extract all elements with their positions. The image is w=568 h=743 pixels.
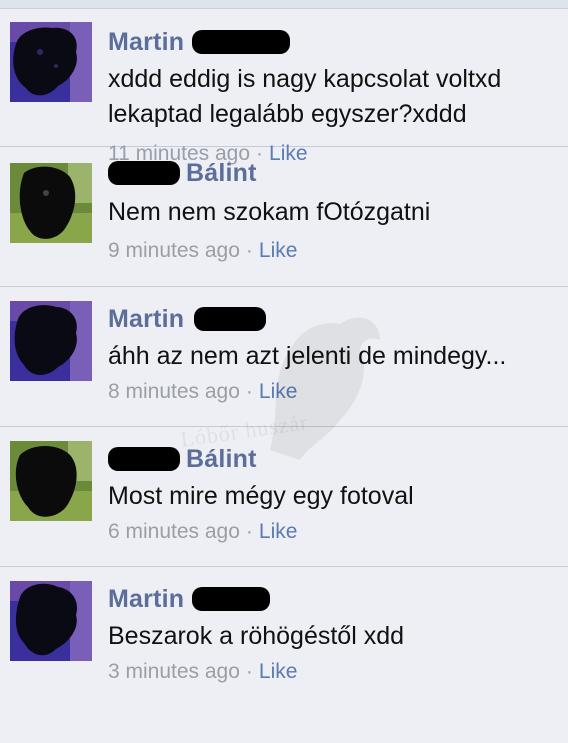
author-row: Martin [108, 303, 267, 335]
author-row: Bálint [108, 157, 257, 189]
like-link[interactable]: Like [259, 380, 298, 403]
comment-meta: 6 minutes ago · Like [108, 520, 297, 544]
avatar[interactable] [10, 301, 92, 381]
comment-text: áhh az nem azt jelenti de mindegy... [108, 342, 507, 370]
redacted-surname [108, 447, 180, 471]
meta-separator: · [245, 660, 253, 683]
comment-item: Bálint Nem nem szokam fOtózgatni 9 minut… [0, 147, 568, 287]
author-name[interactable]: Martin [108, 305, 184, 334]
avatar-image-icon [10, 441, 92, 521]
author-name[interactable]: Bálint [186, 159, 257, 188]
like-link[interactable]: Like [259, 660, 298, 683]
like-link[interactable]: Like [259, 520, 298, 543]
comment-meta: 8 minutes ago · Like [108, 380, 297, 404]
author-name[interactable]: Martin [108, 585, 184, 614]
redacted-surname [194, 307, 267, 331]
avatar-image-icon [10, 581, 92, 661]
meta-separator: · [245, 239, 253, 262]
avatar-image-icon [10, 22, 92, 102]
avatar[interactable] [10, 581, 92, 661]
avatar[interactable] [10, 22, 92, 102]
comment-meta: 3 minutes ago · Like [108, 660, 297, 684]
avatar[interactable] [10, 441, 92, 521]
author-row: Martin [108, 583, 271, 615]
comment-text: xddd eddig is nagy kapcsolat voltxd leka… [108, 65, 502, 128]
comment-meta: 9 minutes ago · Like [108, 239, 297, 263]
author-row: Martin [108, 26, 291, 58]
avatar-image-icon [10, 163, 92, 243]
timestamp: 9 minutes ago [108, 239, 240, 262]
comment-text: Most mire mégy egy fotoval [108, 482, 414, 510]
comment-thread: Martin xddd eddig is nagy kapcsolat volt… [0, 8, 568, 703]
avatar-image-icon [10, 301, 92, 381]
author-name[interactable]: Martin [108, 28, 184, 57]
timestamp: 3 minutes ago [108, 660, 240, 683]
comment-item: Bálint Most mire mégy egy fotoval 6 minu… [0, 427, 568, 567]
meta-separator: · [245, 520, 253, 543]
timestamp: 8 minutes ago [108, 380, 240, 403]
avatar[interactable] [10, 163, 92, 243]
comment-item: Martin Beszarok a röhögéstől xdd 3 minut… [0, 567, 568, 703]
comment-item: Martin xddd eddig is nagy kapcsolat volt… [0, 8, 568, 165]
meta-separator: · [245, 380, 253, 403]
comment-item: Martin áhh az nem azt jelenti de mindegy… [0, 287, 568, 427]
redacted-surname [192, 587, 271, 611]
redacted-surname [192, 30, 291, 54]
comment-text: Nem nem szokam fOtózgatni [108, 198, 431, 226]
redacted-surname [108, 161, 180, 185]
timestamp: 6 minutes ago [108, 520, 240, 543]
comment-text: Beszarok a röhögéstől xdd [108, 622, 405, 650]
like-link[interactable]: Like [259, 239, 298, 262]
